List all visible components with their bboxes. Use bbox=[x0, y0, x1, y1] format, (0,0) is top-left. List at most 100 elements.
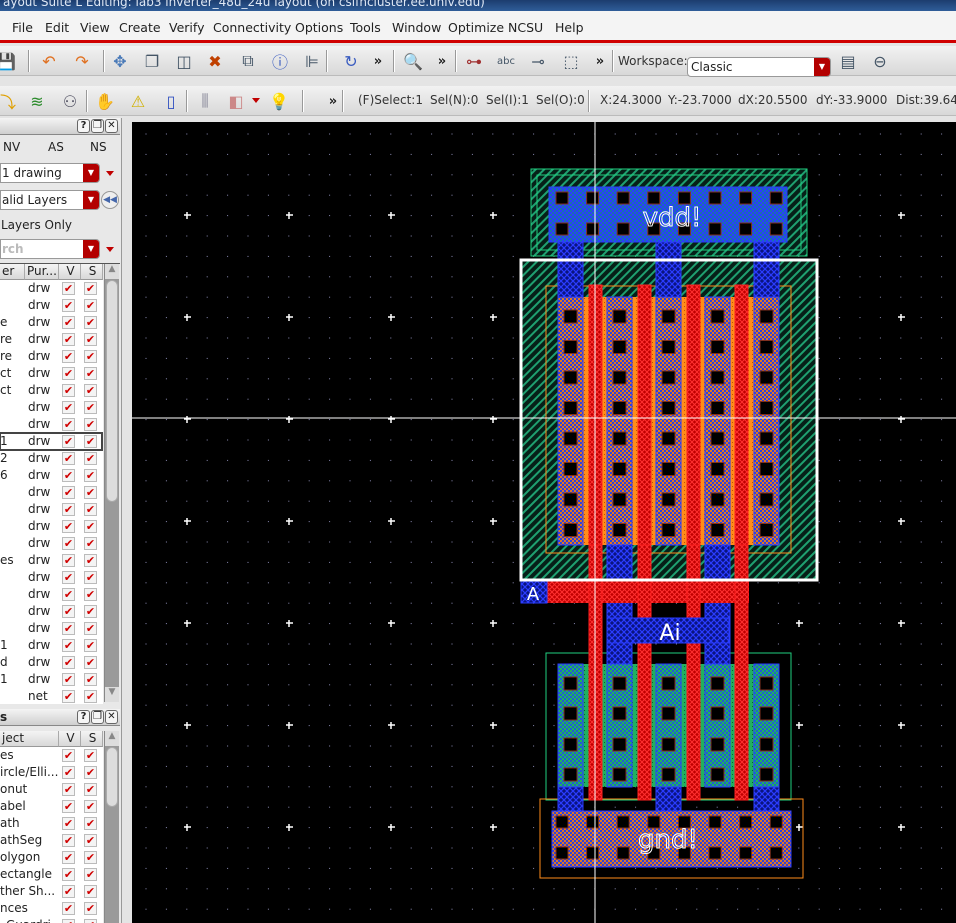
visible-checkbox[interactable]: ✔ bbox=[62, 588, 75, 601]
visible-checkbox[interactable]: ✔ bbox=[62, 469, 75, 482]
object-row[interactable]: abel ✔ ✔ bbox=[0, 798, 103, 815]
contact[interactable] bbox=[661, 767, 676, 782]
object-row[interactable]: athSeg ✔ ✔ bbox=[0, 832, 103, 849]
contact[interactable] bbox=[710, 706, 725, 721]
metal1-vdd-strap[interactable] bbox=[557, 241, 584, 298]
selectable-checkbox[interactable]: ✔ bbox=[84, 554, 97, 567]
layer-row[interactable]: drw ✔ ✔ bbox=[0, 518, 103, 535]
visible-checkbox[interactable]: ✔ bbox=[62, 571, 75, 584]
visible-checkbox[interactable]: ✔ bbox=[62, 817, 75, 830]
chevron-down-icon[interactable]: ▼ bbox=[83, 164, 99, 182]
selectable-checkbox[interactable]: ✔ bbox=[84, 902, 97, 915]
contact[interactable] bbox=[759, 523, 774, 537]
selectable-checkbox[interactable]: ✔ bbox=[84, 520, 97, 533]
more-icon[interactable]: » bbox=[321, 89, 345, 113]
visible-checkbox[interactable]: ✔ bbox=[62, 418, 75, 431]
select-mode-icon[interactable]: ⚇ bbox=[58, 89, 82, 113]
visible-checkbox[interactable]: ✔ bbox=[62, 316, 75, 329]
visible-checkbox[interactable]: ✔ bbox=[62, 902, 75, 915]
gnd-label[interactable]: gnd! bbox=[638, 825, 699, 856]
contact[interactable] bbox=[661, 309, 676, 324]
contact[interactable] bbox=[708, 222, 722, 236]
contact[interactable] bbox=[661, 492, 676, 507]
contact[interactable] bbox=[612, 706, 627, 721]
move-icon[interactable]: ✥ bbox=[108, 49, 132, 73]
contact[interactable] bbox=[708, 191, 722, 205]
chevron-down-icon[interactable]: ▼ bbox=[83, 240, 99, 258]
menu-tools[interactable]: Tools bbox=[350, 20, 381, 35]
layer-row[interactable]: drw ✔ ✔ bbox=[0, 603, 103, 620]
chevron-down-icon[interactable]: ▼ bbox=[814, 58, 830, 76]
object-row[interactable]: es ✔ ✔ bbox=[0, 747, 103, 764]
selectable-checkbox[interactable]: ✔ bbox=[84, 571, 97, 584]
visible-checkbox[interactable]: ✔ bbox=[62, 656, 75, 669]
selectable-checkbox[interactable]: ✔ bbox=[84, 605, 97, 618]
contact[interactable] bbox=[759, 340, 774, 354]
poly-gate-n[interactable] bbox=[734, 544, 749, 801]
ruler-icon[interactable]: ⫼ bbox=[193, 89, 217, 113]
redo-icon[interactable]: ↷ bbox=[70, 49, 94, 73]
metal1-gnd-strap[interactable] bbox=[753, 786, 780, 813]
object-row[interactable]: olygon ✔ ✔ bbox=[0, 849, 103, 866]
contact[interactable] bbox=[710, 492, 725, 507]
object-row[interactable]: onut ✔ ✔ bbox=[0, 781, 103, 798]
selectable-checkbox[interactable]: ✔ bbox=[84, 622, 97, 635]
scrollbar-thumb[interactable] bbox=[106, 747, 118, 807]
vdd-label[interactable]: vdd! bbox=[642, 203, 702, 234]
visible-checkbox[interactable]: ✔ bbox=[62, 622, 75, 635]
metal1-gnd-strap[interactable] bbox=[557, 786, 584, 813]
selectable-checkbox[interactable]: ✔ bbox=[84, 639, 97, 652]
visible-checkbox[interactable]: ✔ bbox=[62, 868, 75, 881]
ai-label[interactable]: Ai bbox=[659, 621, 680, 646]
selectable-checkbox[interactable]: ✔ bbox=[84, 690, 97, 703]
menu-ncsu[interactable]: NCSU bbox=[508, 20, 543, 35]
contact[interactable] bbox=[586, 815, 600, 829]
object-row[interactable]: ther Sh... ✔ ✔ bbox=[0, 883, 103, 900]
contact[interactable] bbox=[759, 309, 774, 324]
contact[interactable] bbox=[710, 462, 725, 476]
collapse-icon[interactable]: ◀◀ bbox=[101, 191, 119, 209]
close-icon[interactable]: ✕ bbox=[105, 119, 118, 133]
contact[interactable] bbox=[769, 222, 783, 236]
contact[interactable] bbox=[563, 676, 578, 691]
contact[interactable] bbox=[759, 676, 774, 691]
visible-checkbox[interactable]: ✔ bbox=[62, 350, 75, 363]
contact[interactable] bbox=[710, 401, 725, 415]
dropdown-arrow-icon[interactable] bbox=[252, 98, 260, 103]
selectable-checkbox[interactable]: ✔ bbox=[84, 486, 97, 499]
visible-checkbox[interactable]: ✔ bbox=[62, 783, 75, 796]
visible-checkbox[interactable]: ✔ bbox=[62, 673, 75, 686]
col-object[interactable]: ject bbox=[0, 731, 59, 747]
selectable-checkbox[interactable]: ✔ bbox=[84, 537, 97, 550]
contact[interactable] bbox=[563, 767, 578, 782]
contact[interactable] bbox=[759, 737, 774, 752]
contact[interactable] bbox=[612, 492, 627, 507]
float-icon[interactable]: ❐ bbox=[91, 119, 104, 133]
zoom-icon[interactable]: 🔍 bbox=[401, 49, 425, 73]
contact[interactable] bbox=[563, 431, 578, 446]
visible-checkbox[interactable]: ✔ bbox=[62, 333, 75, 346]
visible-checkbox[interactable]: ✔ bbox=[62, 452, 75, 465]
layer-row[interactable]: d drw ✔ ✔ bbox=[0, 654, 103, 671]
stretch-icon[interactable]: ◫ bbox=[172, 49, 196, 73]
workspace-select[interactable]: Classic ▼ bbox=[687, 57, 831, 77]
selectable-checkbox[interactable]: ✔ bbox=[84, 834, 97, 847]
rename-icon[interactable]: ⧉ bbox=[236, 49, 260, 73]
menu-arrow-icon[interactable] bbox=[106, 247, 114, 252]
tab-ns[interactable]: NS bbox=[90, 140, 107, 154]
contact[interactable] bbox=[612, 401, 627, 415]
selectable-checkbox[interactable]: ✔ bbox=[84, 384, 97, 397]
contact[interactable] bbox=[563, 370, 578, 385]
contact[interactable] bbox=[612, 462, 627, 476]
selectable-checkbox[interactable]: ✔ bbox=[84, 282, 97, 295]
selectable-checkbox[interactable]: ✔ bbox=[84, 851, 97, 864]
selectable-checkbox[interactable]: ✔ bbox=[84, 299, 97, 312]
visible-checkbox[interactable]: ✔ bbox=[62, 605, 75, 618]
selectable-checkbox[interactable]: ✔ bbox=[84, 316, 97, 329]
contact[interactable] bbox=[661, 737, 676, 752]
visible-checkbox[interactable]: ✔ bbox=[62, 749, 75, 762]
layer-row[interactable]: 2 drw ✔ ✔ bbox=[0, 450, 103, 467]
copy-icon[interactable]: ❐ bbox=[140, 49, 164, 73]
selectable-checkbox[interactable]: ✔ bbox=[84, 919, 97, 923]
scrollbar-thumb[interactable] bbox=[106, 280, 118, 502]
